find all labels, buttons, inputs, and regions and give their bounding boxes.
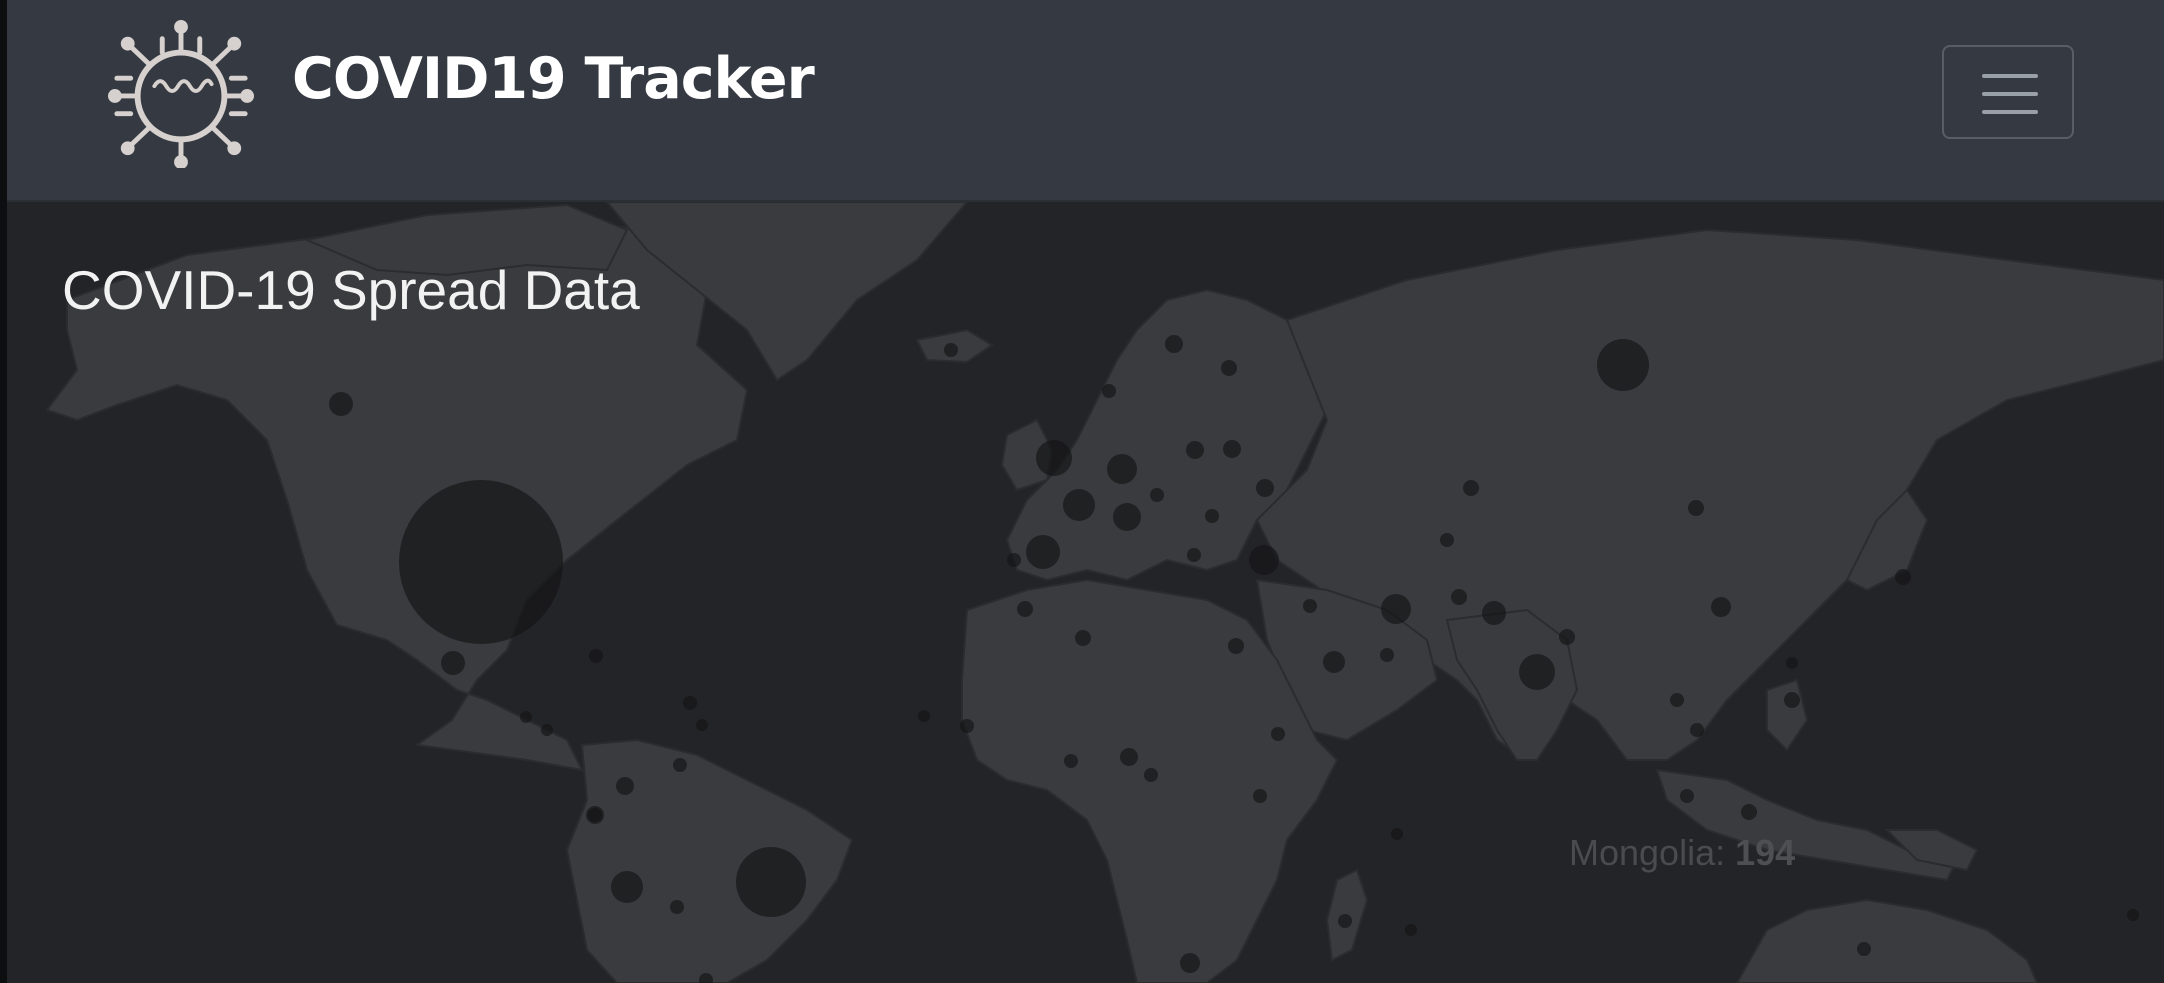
bubble-mexico: [441, 651, 465, 675]
bubble-vietnam: [1690, 723, 1704, 737]
bubble-turkey: [1249, 545, 1279, 575]
bubble-mauritius: [1391, 828, 1403, 840]
bubble-iraq: [1303, 599, 1317, 613]
bubble-iceland: [944, 343, 958, 357]
bubble-dominican-rep: [683, 696, 697, 710]
bubble-bolivia: [670, 900, 684, 914]
bubble-poland: [1186, 441, 1204, 459]
bubble-canada: [329, 392, 353, 416]
bubble-caribbean-2: [541, 724, 553, 736]
bubble-japan: [1895, 569, 1911, 585]
bubble-madagascar: [1338, 914, 1352, 928]
bubble-thailand: [1670, 693, 1684, 707]
bubble-afghanistan: [1451, 589, 1467, 605]
page-title: COVID-19 Spread Data: [62, 259, 640, 321]
bubble-egypt: [1228, 638, 1244, 654]
bubble-portugal: [1007, 553, 1021, 567]
bubble-cameroon: [1144, 768, 1158, 782]
bubble-belarus: [1223, 440, 1241, 458]
bubble-germany: [1107, 454, 1137, 484]
bubble-brazil: [736, 847, 806, 917]
bubble-italy: [1113, 503, 1141, 531]
bubble-pakistan: [1482, 601, 1506, 625]
bubble-china: [1711, 597, 1731, 617]
tooltip-country: Mongolia: [1569, 832, 1716, 873]
bubble-new-zealand: [2127, 909, 2139, 921]
bubble-indonesia: [1741, 804, 1757, 820]
menu-toggle-button[interactable]: [1942, 45, 2074, 139]
bubble-ecuador: [588, 808, 602, 822]
bubble-philippines: [1784, 692, 1800, 708]
bubble-australia: [1857, 942, 1871, 956]
land-south-america: [565, 738, 854, 983]
bubble-malaysia: [1680, 789, 1694, 803]
bubble-caribbean-1: [520, 711, 532, 723]
bubble-uk: [1036, 440, 1072, 476]
bubble-colombia: [616, 777, 634, 795]
bubble-usa: [399, 480, 563, 644]
bubble-norway: [1102, 384, 1116, 398]
bubble-taiwan: [1786, 657, 1798, 669]
bubble-sweden: [1165, 335, 1183, 353]
bubble-algeria: [1075, 630, 1091, 646]
navbar: COVID19 Tracker: [7, 0, 2164, 202]
bubble-morocco: [1017, 601, 1033, 617]
bubble-cape-verde: [918, 710, 930, 722]
hamburger-icon-bar: [1982, 110, 2038, 114]
bubble-kazakhstan: [1463, 480, 1479, 496]
bubble-cuba: [589, 649, 603, 663]
bubble-senegal: [960, 719, 974, 733]
app-frame: COVID19 Tracker Mongolia: 194 COVID-19 S…: [7, 0, 2164, 983]
bubble-india: [1519, 654, 1555, 690]
land-philippines: [1766, 678, 1809, 752]
bubble-ukraine: [1256, 479, 1274, 497]
bubble-saudi-arabia: [1323, 651, 1345, 673]
bubble-mongolia: [1688, 500, 1704, 516]
bubble-finland: [1221, 360, 1237, 376]
map-tooltip: Mongolia: 194: [1569, 832, 1796, 873]
bubble-caribbean-3: [696, 719, 708, 731]
bubble-spain: [1026, 535, 1060, 569]
bubble-nigeria: [1120, 748, 1138, 766]
bubble-seychelles: [1405, 924, 1417, 936]
bubble-ethiopia: [1271, 727, 1285, 741]
bubble-ghana: [1064, 754, 1078, 768]
bubble-russia: [1597, 339, 1649, 391]
bubble-greece: [1187, 548, 1201, 562]
hamburger-icon-bar: [1982, 92, 2038, 96]
virus-icon[interactable]: [107, 18, 255, 168]
brand-title[interactable]: COVID19 Tracker: [292, 46, 815, 112]
land-australia: [1735, 898, 2039, 983]
bubble-romania: [1205, 509, 1219, 523]
bubble-uae: [1380, 648, 1394, 662]
bubble-austria: [1150, 488, 1164, 502]
bubble-iran: [1381, 594, 1411, 624]
bubble-south-africa: [1180, 953, 1200, 973]
bubble-kenya: [1253, 789, 1267, 803]
hamburger-icon: [1982, 74, 2038, 78]
bubble-uzbekistan: [1440, 533, 1454, 547]
tooltip-value: 194: [1735, 832, 1796, 873]
bubble-france: [1063, 489, 1095, 521]
bubble-venezuela: [673, 758, 687, 772]
bubble-peru: [611, 871, 643, 903]
bubble-bangladesh: [1559, 629, 1575, 645]
